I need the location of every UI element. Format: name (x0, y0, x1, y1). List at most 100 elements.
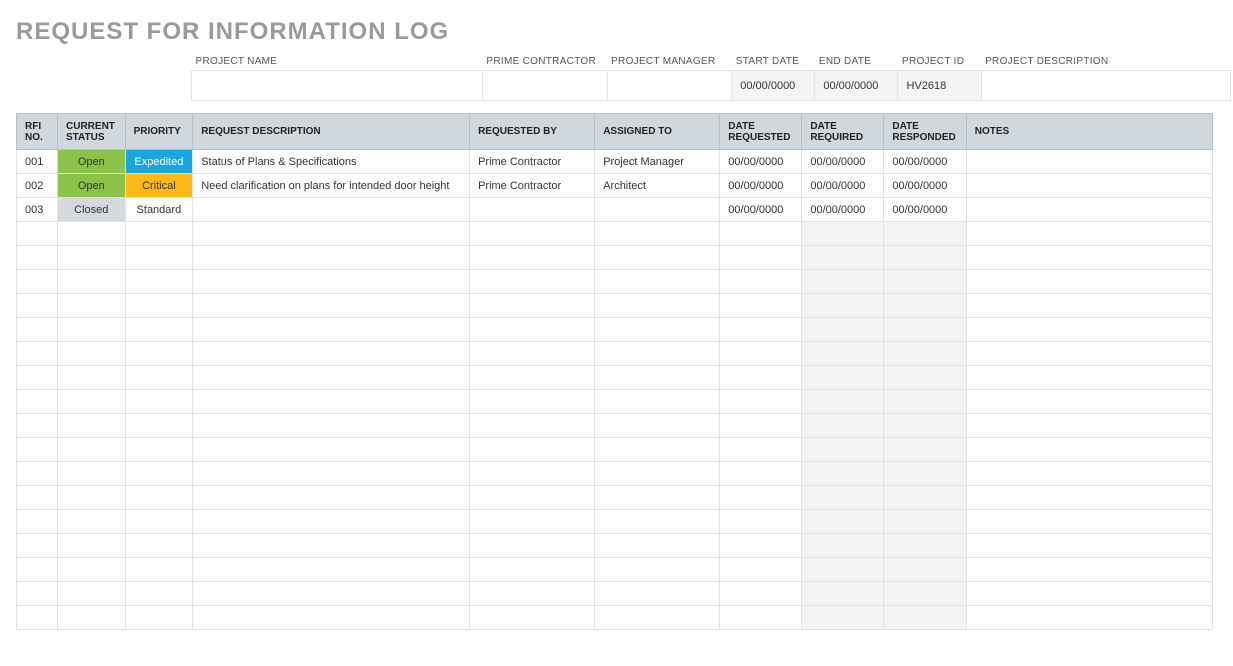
cell-notes[interactable] (966, 342, 1212, 366)
cell-status[interactable] (58, 294, 126, 318)
cell-date-responded[interactable] (884, 606, 966, 630)
cell-notes[interactable] (966, 222, 1212, 246)
cell-priority[interactable] (125, 390, 193, 414)
cell-description[interactable] (193, 486, 470, 510)
cell-rfi-no[interactable] (17, 558, 58, 582)
meta-project-manager-cell[interactable] (607, 71, 732, 101)
cell-rfi-no[interactable] (17, 342, 58, 366)
cell-requested-by[interactable] (470, 246, 595, 270)
cell-date-required[interactable] (802, 534, 884, 558)
cell-requested-by[interactable] (470, 510, 595, 534)
cell-description[interactable] (193, 318, 470, 342)
cell-date-required[interactable] (802, 222, 884, 246)
cell-date-requested[interactable] (720, 582, 802, 606)
cell-date-responded[interactable] (884, 294, 966, 318)
cell-rfi-no[interactable] (17, 294, 58, 318)
cell-requested-by[interactable] (470, 414, 595, 438)
cell-priority[interactable] (125, 318, 193, 342)
cell-requested-by[interactable] (470, 270, 595, 294)
cell-date-responded[interactable] (884, 414, 966, 438)
cell-date-required[interactable] (802, 558, 884, 582)
cell-description[interactable] (193, 534, 470, 558)
cell-assigned-to[interactable] (595, 270, 720, 294)
cell-description[interactable] (193, 246, 470, 270)
cell-date-required[interactable] (802, 318, 884, 342)
meta-project-description-cell[interactable] (981, 71, 1230, 101)
cell-notes[interactable] (966, 582, 1212, 606)
cell-priority[interactable] (125, 222, 193, 246)
cell-date-responded[interactable] (884, 222, 966, 246)
cell-description[interactable] (193, 294, 470, 318)
cell-date-required[interactable] (802, 342, 884, 366)
cell-date-responded[interactable] (884, 534, 966, 558)
cell-status[interactable] (58, 366, 126, 390)
cell-status[interactable] (58, 222, 126, 246)
cell-rfi-no[interactable] (17, 270, 58, 294)
cell-date-responded[interactable]: 00/00/0000 (884, 198, 966, 222)
cell-status[interactable] (58, 390, 126, 414)
cell-date-responded[interactable] (884, 438, 966, 462)
cell-date-responded[interactable] (884, 342, 966, 366)
cell-description[interactable] (193, 582, 470, 606)
cell-assigned-to[interactable] (595, 438, 720, 462)
cell-assigned-to[interactable] (595, 294, 720, 318)
cell-requested-by[interactable] (470, 438, 595, 462)
cell-date-required[interactable] (802, 390, 884, 414)
cell-date-required[interactable] (802, 582, 884, 606)
cell-requested-by[interactable] (470, 390, 595, 414)
cell-notes[interactable] (966, 558, 1212, 582)
cell-notes[interactable] (966, 462, 1212, 486)
cell-priority[interactable] (125, 342, 193, 366)
cell-assigned-to[interactable] (595, 222, 720, 246)
cell-priority[interactable] (125, 606, 193, 630)
cell-assigned-to[interactable] (595, 318, 720, 342)
cell-status[interactable]: Closed (58, 198, 126, 222)
cell-status[interactable]: Open (58, 174, 126, 198)
cell-status[interactable] (58, 414, 126, 438)
cell-date-required[interactable] (802, 510, 884, 534)
cell-notes[interactable] (966, 510, 1212, 534)
cell-rfi-no[interactable]: 002 (17, 174, 58, 198)
cell-date-required[interactable] (802, 438, 884, 462)
cell-assigned-to[interactable] (595, 510, 720, 534)
cell-requested-by[interactable] (470, 558, 595, 582)
cell-description[interactable] (193, 270, 470, 294)
cell-rfi-no[interactable] (17, 462, 58, 486)
cell-description[interactable] (193, 438, 470, 462)
cell-date-requested[interactable]: 00/00/0000 (720, 150, 802, 174)
cell-notes[interactable] (966, 270, 1212, 294)
cell-date-requested[interactable] (720, 414, 802, 438)
cell-priority[interactable] (125, 486, 193, 510)
cell-date-requested[interactable] (720, 606, 802, 630)
cell-rfi-no[interactable]: 001 (17, 150, 58, 174)
cell-priority[interactable]: Expedited (125, 150, 193, 174)
cell-date-responded[interactable] (884, 558, 966, 582)
cell-priority[interactable] (125, 294, 193, 318)
cell-notes[interactable] (966, 150, 1212, 174)
cell-date-requested[interactable] (720, 318, 802, 342)
cell-description[interactable] (193, 390, 470, 414)
cell-date-required[interactable]: 00/00/0000 (802, 198, 884, 222)
cell-description[interactable] (193, 342, 470, 366)
cell-description[interactable] (193, 462, 470, 486)
cell-date-requested[interactable] (720, 390, 802, 414)
cell-assigned-to[interactable] (595, 558, 720, 582)
cell-requested-by[interactable]: Prime Contractor (470, 174, 595, 198)
cell-requested-by[interactable] (470, 366, 595, 390)
cell-date-responded[interactable] (884, 390, 966, 414)
cell-assigned-to[interactable] (595, 582, 720, 606)
cell-rfi-no[interactable] (17, 366, 58, 390)
cell-priority[interactable] (125, 558, 193, 582)
meta-end-date-cell[interactable]: 00/00/0000 (815, 71, 898, 101)
cell-status[interactable] (58, 486, 126, 510)
cell-status[interactable] (58, 462, 126, 486)
cell-priority[interactable] (125, 534, 193, 558)
cell-priority[interactable] (125, 414, 193, 438)
cell-date-responded[interactable] (884, 486, 966, 510)
meta-start-date-cell[interactable]: 00/00/0000 (732, 71, 815, 101)
cell-date-responded[interactable] (884, 582, 966, 606)
meta-project-id-cell[interactable]: HV2618 (898, 71, 981, 101)
cell-status[interactable] (58, 318, 126, 342)
cell-requested-by[interactable] (470, 582, 595, 606)
cell-status[interactable]: Open (58, 150, 126, 174)
